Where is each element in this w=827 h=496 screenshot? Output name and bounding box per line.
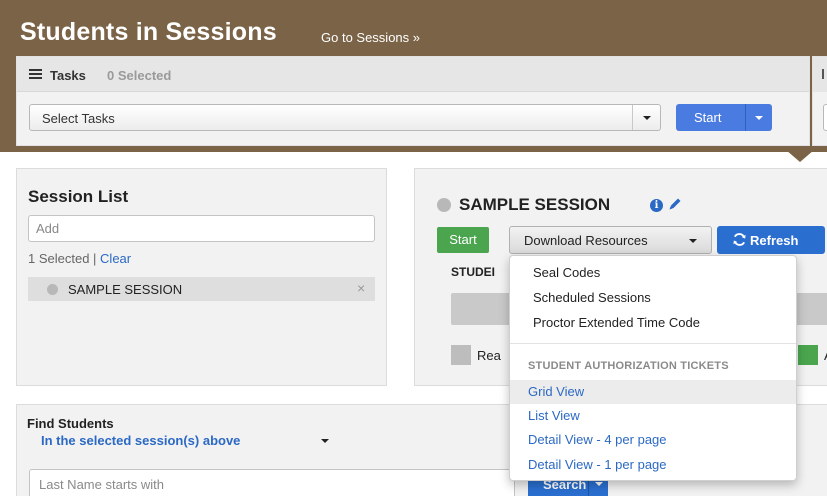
select-tasks-toggle[interactable] [632,105,660,130]
select-tasks-value: Select Tasks [42,111,115,126]
page-title: Students in Sessions [20,18,277,46]
menu-item-list-view[interactable]: List View [510,404,796,428]
session-name: SAMPLE SESSION [459,195,611,214]
tasks-list-icon [29,69,42,79]
remove-session-icon[interactable]: × [357,280,365,296]
session-status-dot-icon [47,284,58,295]
add-session-input[interactable] [28,215,375,242]
split-divider [745,104,746,131]
download-resources-menu: Seal Codes Scheduled Sessions Proctor Ex… [509,255,797,481]
session-list-item[interactable]: SAMPLE SESSION × [28,277,375,301]
menu-item-seal-codes[interactable]: Seal Codes [510,261,796,285]
pencil-edit-icon[interactable] [667,196,683,212]
refresh-button[interactable]: Refresh [717,226,825,254]
secondary-tasks-input[interactable] [823,104,827,131]
session-status-dot-icon [437,198,451,212]
legend-gray-swatch [451,345,471,365]
menu-item-detail-view-1[interactable]: Detail View - 1 per page [510,453,796,477]
download-resources-button[interactable]: Download Resources [509,226,712,254]
last-name-search-input[interactable] [29,469,515,496]
secondary-tasks-header [813,57,827,92]
caret-down-icon[interactable] [321,439,329,443]
session-list-title: Session List [28,187,129,206]
find-scope-dropdown[interactable]: In the selected session(s) above [41,433,240,448]
menu-divider [510,343,796,344]
menu-item-proctor-extended-time-code[interactable]: Proctor Extended Time Code [510,311,796,335]
legend-gray-label: Rea [477,348,501,363]
students-in-sessions-page: Students in Sessions Go to Sessions » Ta… [0,0,827,496]
caret-down-icon [689,239,697,243]
tasks-label: Tasks [50,68,86,83]
find-students-title: Find Students [27,416,114,431]
caret-down-icon [643,116,651,120]
menu-item-grid-view[interactable]: Grid View [510,380,796,404]
refresh-icon [733,233,746,246]
tasks-start-button[interactable]: Start [676,104,772,131]
session-selected-summary: 1 Selected | Clear [28,251,131,266]
download-resources-label: Download Resources [524,233,648,248]
session-list-panel: Session List 1 Selected | Clear SAMPLE S… [16,168,387,386]
session-list-item-label: SAMPLE SESSION [68,282,183,297]
header-band-notch [786,150,814,162]
caret-down-icon[interactable] [595,482,603,486]
session-start-button[interactable]: Start [437,227,489,253]
go-to-sessions-link[interactable]: Go to Sessions » [321,30,420,45]
menu-section-header: STUDENT AUTHORIZATION TICKETS [528,360,729,372]
tasks-selected-count: 0 Selected [107,68,172,83]
tasks-panel: Tasks 0 Selected Select Tasks Start [16,56,810,146]
clear-selection-link[interactable]: Clear [100,251,131,266]
legend-green-swatch [798,345,818,365]
tasks-start-label: Start [694,110,722,125]
student-status-bar [451,293,511,325]
secondary-tasks-panel [812,56,827,146]
tasks-panel-header: Tasks 0 Selected [17,57,809,92]
student-status-bar-end [795,293,827,325]
refresh-label: Refresh [750,233,799,248]
caret-down-icon[interactable] [755,116,763,120]
info-icon[interactable]: i [650,199,663,212]
panel-edge-icon [822,69,827,79]
session-selected-count: 1 Selected | [28,251,97,266]
menu-item-scheduled-sessions[interactable]: Scheduled Sessions [510,286,796,310]
students-section-label: STUDEI [451,265,496,279]
menu-item-detail-view-4[interactable]: Detail View - 4 per page [510,428,796,452]
select-tasks-dropdown[interactable]: Select Tasks [29,104,661,131]
